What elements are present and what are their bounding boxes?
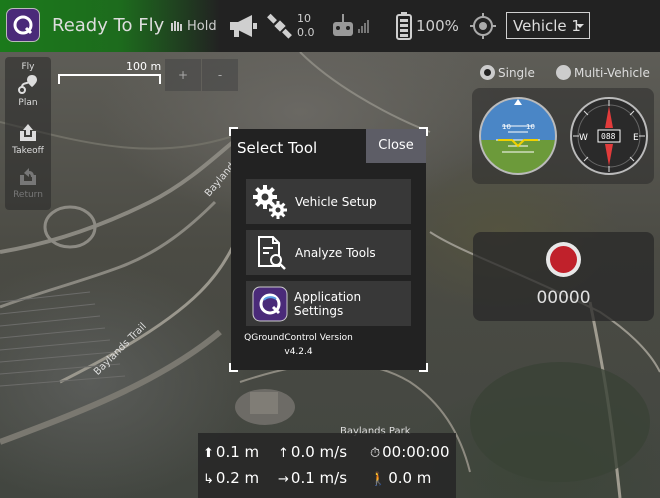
zoom-out-button[interactable]: - — [202, 59, 238, 91]
battery-icon — [396, 12, 412, 40]
gps-indicator[interactable]: 10 0.0 — [266, 0, 315, 52]
radio-multi-label: Multi-Vehicle — [574, 65, 650, 80]
radio-multi-vehicle[interactable]: Multi-Vehicle — [556, 65, 650, 80]
telemetry-flight-time: ⏱ 00:00:00 — [370, 443, 450, 461]
qgc-logo-button[interactable] — [6, 8, 40, 42]
dialog-corner — [229, 363, 238, 372]
tool-plan-label: Plan — [18, 98, 38, 108]
telemetry-distance-home: ↳ 0.2 m — [203, 469, 260, 487]
video-record-widget: 00000 — [473, 232, 654, 321]
rc-rssi-indicator[interactable] — [332, 0, 372, 52]
tool-fly[interactable]: Fly — [5, 62, 51, 72]
telemetry-altitude-relative: ⬆ 0.1 m — [203, 443, 260, 461]
return-icon — [20, 168, 36, 185]
dialog-corner — [229, 127, 238, 136]
svg-text:088: 088 — [601, 132, 616, 141]
svg-text:W: W — [579, 133, 588, 143]
svg-text:10: 10 — [502, 123, 511, 131]
telemetry-bar: ⬆ 0.1 m ↑ 0.0 m/s ⏱ 00:00:00 ↳ 0.2 m → 0.1 m/… — [198, 433, 456, 498]
analyze-tools-button[interactable]: Analyze Tools — [246, 230, 411, 275]
crosshair-icon — [470, 13, 496, 39]
map-scale: 100 m — [56, 58, 166, 88]
close-button[interactable]: Close — [366, 129, 426, 163]
telemetry-vertical-speed: ↑ 0.0 m/s — [278, 443, 348, 461]
qgc-logo-icon — [252, 286, 287, 321]
radio-single[interactable]: Single — [480, 65, 535, 80]
arrow-right-icon: → — [278, 472, 289, 487]
radio-single-label: Single — [498, 65, 535, 80]
rc-transmitter-icon — [333, 14, 353, 36]
analyze-tools-label: Analyze Tools — [295, 245, 376, 260]
megaphone-icon — [230, 15, 257, 37]
tool-plan[interactable]: Plan — [5, 75, 51, 108]
map-scale-label: 100 m — [126, 60, 162, 73]
vehicle-select-value: Vehicle 1 — [513, 17, 581, 35]
up-arrow-icon: ⬆ — [203, 446, 214, 461]
application-settings-button[interactable]: Application Settings — [246, 281, 411, 326]
arrow-up-icon: ↑ — [278, 446, 289, 461]
person-icon: 🚶 — [370, 472, 387, 487]
vehicle-setup-button[interactable]: Vehicle Setup — [246, 179, 411, 224]
tool-return-label: Return — [13, 190, 43, 200]
signal-bars-icon — [358, 20, 369, 33]
radio-dot-checked — [480, 65, 495, 80]
flight-mode-label: Hold — [187, 18, 217, 34]
return-arrow-icon: ↳ — [203, 472, 214, 487]
qgc-logo-icon — [13, 15, 33, 35]
tool-takeoff[interactable]: Takeoff — [5, 123, 51, 156]
application-settings-label: Application Settings — [294, 289, 362, 318]
select-tool-dialog: Select Tool Close Vehicle Setup Analyze … — [229, 127, 428, 372]
gears-icon — [253, 184, 287, 219]
satellite-hdop: 0.0 — [297, 26, 315, 39]
messages-indicator[interactable] — [228, 0, 258, 52]
stopwatch-icon: ⏱ — [370, 446, 381, 461]
svg-text:E: E — [633, 133, 639, 143]
satellite-count: 10 — [297, 12, 311, 25]
flight-mode-selector[interactable]: Hold — [170, 0, 217, 52]
instrument-panel[interactable]: 10 10 W E 088 — [472, 88, 654, 184]
version-title: QGroundControl Version — [244, 333, 353, 343]
version-number: v4.2.4 — [284, 347, 313, 357]
dialog-title: Select Tool — [237, 139, 318, 157]
dialog-corner — [419, 363, 428, 372]
record-time: 00000 — [536, 288, 591, 308]
zoom-in-button[interactable]: + — [165, 59, 201, 91]
chevron-down-icon — [576, 24, 584, 28]
vehicle-setup-label: Vehicle Setup — [295, 194, 377, 209]
record-dot-icon — [550, 246, 577, 273]
rtk-gps-indicator[interactable] — [470, 0, 496, 52]
record-button[interactable] — [546, 242, 581, 277]
battery-indicator[interactable]: 100% — [396, 0, 459, 52]
plan-route-icon — [18, 75, 37, 94]
satellite-icon — [267, 13, 292, 39]
battery-percent: 100% — [416, 17, 459, 35]
analyze-icon — [258, 235, 286, 270]
top-toolbar: Ready To Fly Hold 10 0.0 100% Vehicle 1 — [0, 0, 660, 52]
tool-strip: Fly Plan Takeoff Return — [5, 57, 51, 210]
radio-dot — [556, 65, 571, 80]
telemetry-horizontal-speed: → 0.1 m/s — [278, 469, 348, 487]
tool-takeoff-label: Takeoff — [12, 146, 44, 156]
vehicle-status[interactable]: Ready To Fly — [52, 15, 164, 36]
flight-mode-icon — [171, 21, 182, 31]
tool-fly-label: Fly — [21, 62, 35, 72]
vehicle-select[interactable]: Vehicle 1 — [506, 12, 590, 39]
map-scale-bar — [58, 74, 161, 84]
svg-text:10: 10 — [526, 123, 535, 131]
telemetry-altitude-amsl: 🚶 0.0 m — [370, 469, 432, 487]
takeoff-icon — [20, 124, 36, 141]
instruments: 10 10 W E 088 — [479, 97, 648, 175]
compass: W E 088 — [570, 97, 648, 175]
tool-return[interactable]: Return — [5, 167, 51, 200]
